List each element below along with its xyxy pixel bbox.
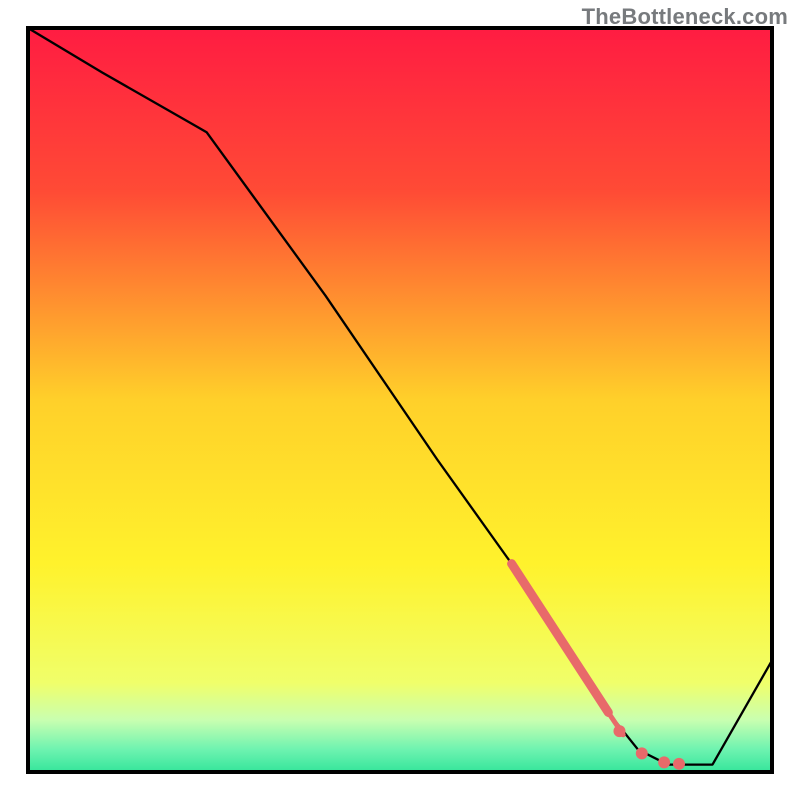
highlight-point xyxy=(658,756,670,768)
highlight-point xyxy=(673,758,685,770)
chart-svg xyxy=(0,0,800,800)
plot-area xyxy=(28,28,772,772)
bottleneck-chart: TheBottleneck.com xyxy=(0,0,800,800)
watermark-label: TheBottleneck.com xyxy=(582,4,788,30)
highlight-point xyxy=(613,725,625,737)
gradient-background xyxy=(28,28,772,772)
highlight-point xyxy=(636,747,648,759)
